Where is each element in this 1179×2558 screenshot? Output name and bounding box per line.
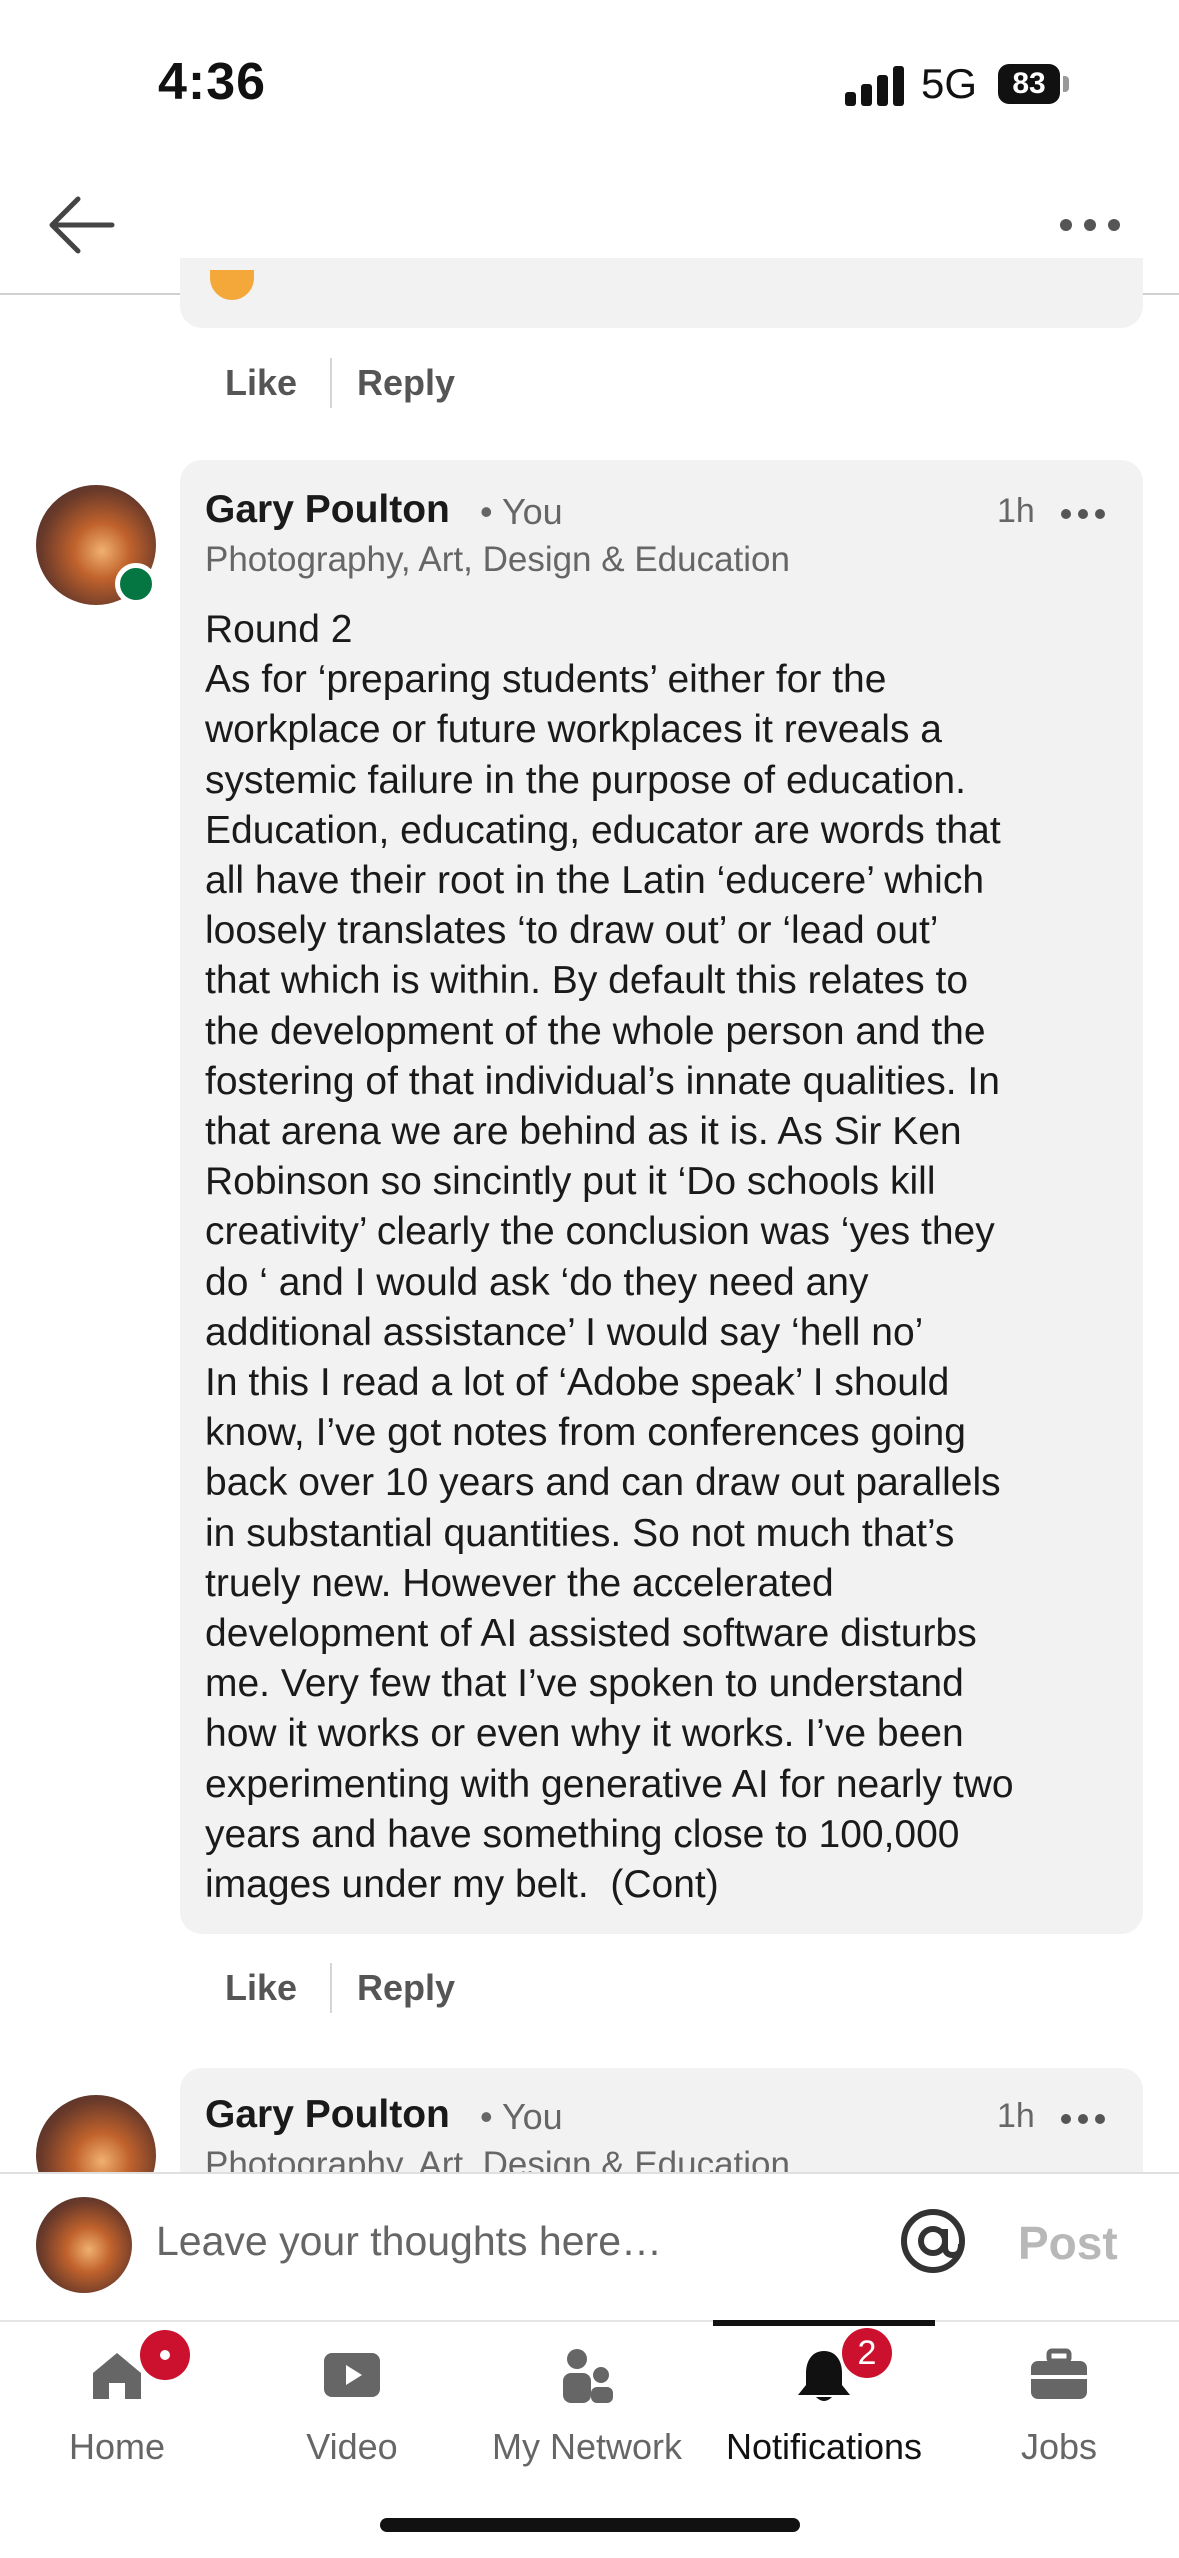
more-options-button[interactable] — [1050, 200, 1130, 250]
comment-options-button[interactable] — [1058, 496, 1108, 532]
nav-jobs[interactable]: Jobs — [944, 2320, 1174, 2480]
previous-comment-bubble — [180, 258, 1143, 328]
like-button[interactable]: Like — [225, 362, 297, 404]
ellipsis-icon — [1060, 219, 1120, 231]
avatar[interactable] — [36, 2095, 156, 2172]
comment-author[interactable]: Gary Poulton — [205, 488, 450, 532]
avatar — [36, 2197, 132, 2293]
status-time: 4:36 — [158, 53, 267, 111]
arrow-left-icon — [49, 196, 115, 254]
action-divider — [330, 1963, 332, 2013]
reply-button[interactable]: Reply — [357, 1967, 455, 2009]
nav-my-network[interactable]: My Network — [472, 2320, 702, 2480]
author-you-label: • You — [480, 491, 563, 532]
reply-button[interactable]: Reply — [357, 362, 455, 404]
briefcase-icon — [1031, 2348, 1087, 2399]
nav-home[interactable]: Home — [2, 2320, 232, 2480]
author-you-label: • You — [480, 2096, 563, 2137]
at-icon — [901, 2209, 965, 2273]
battery-level: 83 — [1012, 67, 1046, 100]
nav-video[interactable]: Video — [237, 2320, 467, 2480]
comment-author[interactable]: Gary Poulton — [205, 2093, 450, 2137]
notification-badge: 2 — [842, 2328, 892, 2378]
author-headline: Photography, Art, Design & Education — [205, 2145, 790, 2172]
video-icon — [324, 2353, 380, 2397]
author-headline: Photography, Art, Design & Education — [205, 540, 790, 579]
back-button[interactable] — [40, 190, 124, 260]
comment-text: Round 2 As for ‘preparing students’ eith… — [205, 608, 1014, 1907]
online-status-indicator — [115, 563, 157, 605]
post-button[interactable]: Post — [1018, 2216, 1118, 2270]
comment-input[interactable]: Leave your thoughts here… — [156, 2218, 662, 2265]
network-type: 5G — [921, 60, 978, 107]
ellipsis-icon — [1061, 509, 1105, 519]
nav-label: My Network — [491, 2426, 683, 2467]
comment-time: 1h — [997, 492, 1035, 530]
next-comment-clip: Gary Poulton • You 1h Photography, Art, … — [0, 2060, 1179, 2172]
home-icon — [93, 2353, 141, 2399]
nav-label: Jobs — [1020, 2426, 1098, 2467]
signal-icon — [845, 62, 905, 106]
network-icon — [563, 2349, 613, 2403]
nav-label: Notifications — [725, 2426, 923, 2467]
nav-label: Home — [68, 2426, 166, 2467]
home-indicator — [380, 2518, 800, 2532]
comment-time: 1h — [997, 2097, 1035, 2135]
nav-label: Video — [306, 2426, 398, 2467]
nav-notifications[interactable]: 2 Notifications — [709, 2320, 939, 2480]
notification-dot — [140, 2330, 190, 2380]
like-button[interactable]: Like — [225, 1967, 297, 2009]
mention-button[interactable] — [898, 2206, 968, 2276]
comment-options-button[interactable] — [1058, 2101, 1108, 2137]
ellipsis-icon — [1061, 2114, 1105, 2124]
battery-icon: 83 — [998, 64, 1070, 104]
action-divider — [330, 358, 332, 408]
